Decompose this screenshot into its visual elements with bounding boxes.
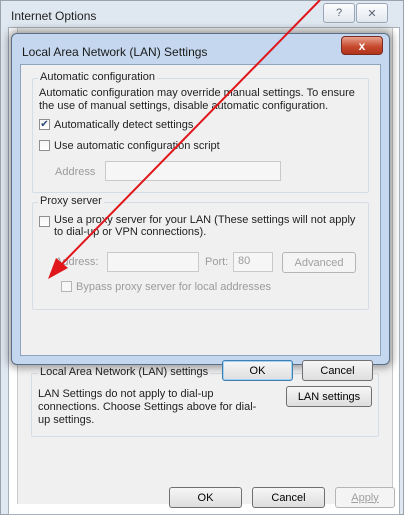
script-address-label: Address xyxy=(55,166,96,178)
lan-group-title: Local Area Network (LAN) settings xyxy=(38,366,211,378)
dialog-cancel-label: Cancel xyxy=(320,364,355,377)
outer-cancel-label: Cancel xyxy=(271,491,306,504)
help-icon: ? xyxy=(335,7,343,19)
lan-group-text: LAN Settings do not apply to dial-up con… xyxy=(38,388,257,426)
auto-config-description: Automatic configuration may override man… xyxy=(39,87,355,112)
dialog-title: Local Area Network (LAN) Settings xyxy=(22,45,208,59)
use-proxy-checkbox-row[interactable]: Use a proxy server for your LAN (These s… xyxy=(39,214,359,238)
auto-config-title: Automatic configuration xyxy=(38,71,157,83)
port-field[interactable]: 80 xyxy=(233,252,273,272)
advanced-label: Advanced xyxy=(294,256,344,269)
window-close-button[interactable]: ✕ xyxy=(356,3,388,23)
outer-ok-button[interactable]: OK xyxy=(169,487,242,508)
lan-settings-dialog: Local Area Network (LAN) Settings x Auto… xyxy=(11,33,390,381)
lan-settings-label: LAN settings xyxy=(297,390,361,403)
outer-cancel-button[interactable]: Cancel xyxy=(252,487,325,508)
use-script-checkbox-row[interactable]: Use automatic configuration script xyxy=(39,140,220,152)
dialog-cancel-button[interactable]: Cancel xyxy=(302,360,373,381)
auto-config-group: Automatic configuration Automatic config… xyxy=(32,71,369,193)
advanced-button[interactable]: Advanced xyxy=(282,252,356,273)
bypass-label: Bypass proxy server for local addresses xyxy=(76,281,272,293)
checkmark-icon: ✔ xyxy=(40,119,49,130)
dialog-close-button[interactable]: x xyxy=(341,36,383,55)
script-address-field[interactable] xyxy=(105,161,281,181)
port-label: Port: xyxy=(205,256,229,268)
window-title: Internet Options xyxy=(11,9,97,23)
dialog-ok-button[interactable]: OK xyxy=(222,360,293,381)
bypass-checkbox[interactable] xyxy=(61,281,72,292)
lan-settings-group: Local Area Network (LAN) settings LAN Se… xyxy=(31,366,379,437)
use-proxy-checkbox[interactable] xyxy=(39,216,50,227)
proxy-address-label: Address: xyxy=(55,256,99,268)
proxy-server-title: Proxy server xyxy=(38,195,104,207)
outer-apply-label: Apply xyxy=(351,491,379,504)
auto-detect-label: Automatically detect settings xyxy=(54,119,194,131)
lan-settings-button[interactable]: LAN settings xyxy=(286,386,372,407)
close-icon: x xyxy=(358,38,366,53)
use-proxy-label: Use a proxy server for your LAN (These s… xyxy=(54,214,356,238)
dialog-ok-label: OK xyxy=(249,364,266,377)
outer-apply-button[interactable]: Apply xyxy=(335,487,395,508)
proxy-address-field[interactable] xyxy=(107,252,199,272)
close-icon: ✕ xyxy=(367,7,377,20)
auto-detect-checkbox[interactable]: ✔ xyxy=(39,119,50,130)
dialog-client: Automatic configuration Automatic config… xyxy=(20,64,381,381)
proxy-server-group: Proxy server Use a proxy server for your… xyxy=(32,195,369,310)
auto-detect-checkbox-row[interactable]: ✔ Automatically detect settings xyxy=(39,119,193,131)
outer-ok-label: OK xyxy=(197,491,214,504)
help-button[interactable]: ? xyxy=(323,3,355,23)
use-script-label: Use automatic configuration script xyxy=(54,140,220,152)
bypass-checkbox-row[interactable]: Bypass proxy server for local addresses xyxy=(61,281,271,293)
use-script-checkbox[interactable] xyxy=(39,140,50,151)
